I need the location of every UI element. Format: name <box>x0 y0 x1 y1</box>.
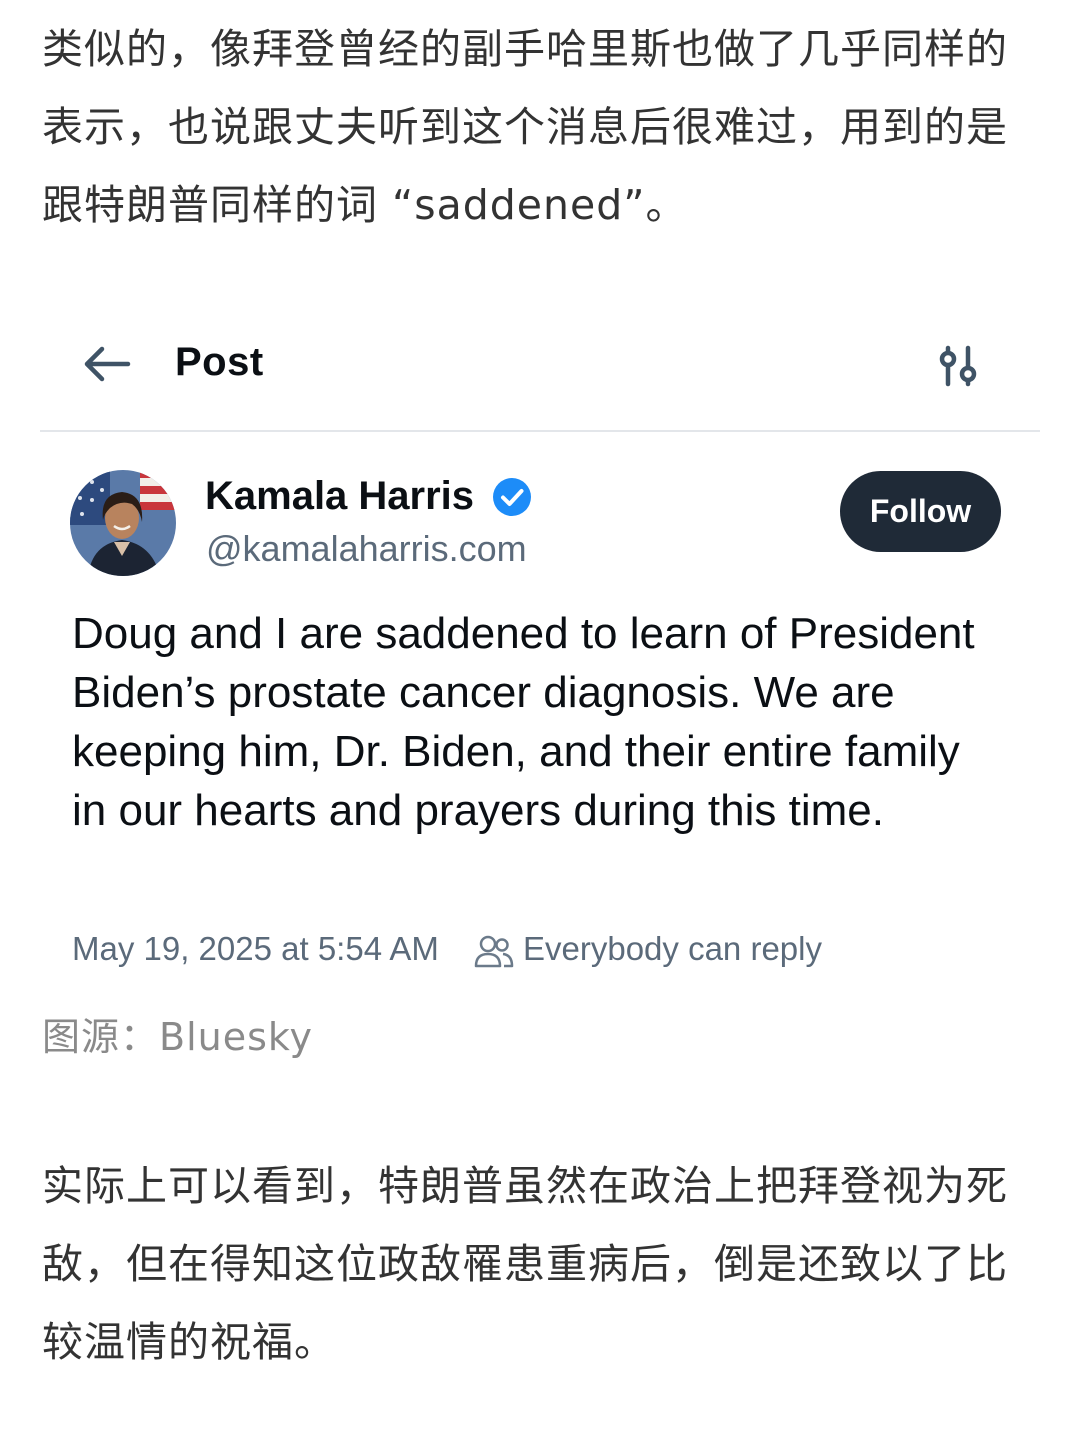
image-caption: 图源：Bluesky <box>42 1015 314 1059</box>
closing-paragraph: 实际上可以看到，特朗普虽然在政治上把拜登视为死敌，但在得知这位政敌罹患重病后，倒… <box>42 1162 1008 1366</box>
sliders-icon[interactable] <box>936 344 982 388</box>
verified-badge-icon <box>492 477 532 517</box>
author-name[interactable]: Kamala Harris <box>205 474 474 519</box>
reply-setting[interactable]: Everybody can reply <box>523 930 822 968</box>
avatar[interactable] <box>70 470 176 576</box>
arrow-left-icon[interactable] <box>80 344 134 384</box>
post-body: Doug and I are saddened to learn of Pres… <box>72 609 975 835</box>
post-title: Post <box>175 340 264 384</box>
intro-paragraph: 类似的，像拜登曾经的副手哈里斯也做了几乎同样的表示，也说跟丈夫听到这个消息后很难… <box>42 25 1008 229</box>
people-icon <box>474 934 514 968</box>
follow-button[interactable]: Follow <box>840 471 1001 552</box>
post-header: Post <box>40 318 1040 432</box>
author-handle[interactable]: @kamalaharris.com <box>206 528 527 570</box>
post-timestamp: May 19, 2025 at 5:54 AM <box>72 930 439 967</box>
